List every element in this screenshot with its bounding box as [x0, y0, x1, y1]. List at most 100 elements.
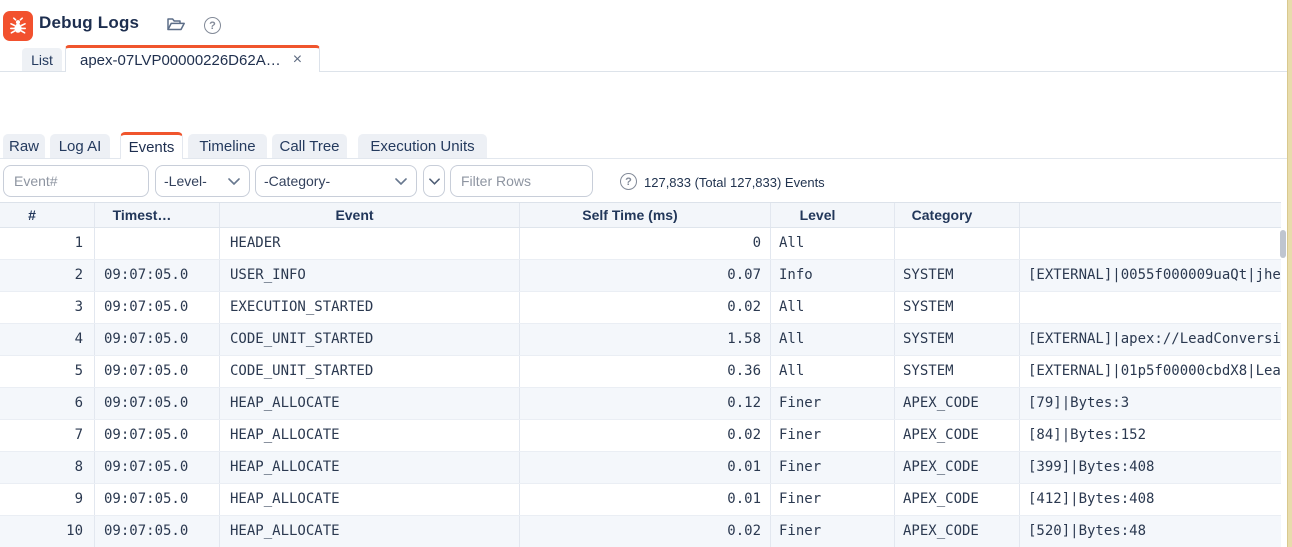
table-cell: 1: [0, 228, 95, 259]
view-tab-bar: Raw Log AI Events Timeline Call Tree Exe…: [0, 132, 1287, 159]
app-header: Debug Logs ?: [0, 0, 1287, 45]
vertical-scrollbar[interactable]: [1280, 229, 1286, 547]
table-cell: 0.07: [520, 260, 771, 291]
column-header[interactable]: [1020, 203, 1281, 227]
table-cell: 2: [0, 260, 95, 291]
table-cell: HEAP_ALLOCATE: [220, 484, 520, 515]
table-cell: APEX_CODE: [895, 484, 1020, 515]
table-row[interactable]: 709:07:05.0HEAP_ALLOCATE0.02FinerAPEX_CO…: [0, 420, 1281, 452]
column-header[interactable]: Timest…: [95, 203, 220, 227]
chevron-down-icon: [429, 178, 440, 185]
table-cell: CODE_UNIT_STARTED: [220, 356, 520, 387]
bug-icon: [3, 11, 33, 41]
help-icon[interactable]: ?: [620, 173, 637, 190]
table-cell: All: [771, 292, 895, 323]
table-cell: 09:07:05.0: [95, 420, 220, 451]
table-cell: [79]|Bytes:3: [1020, 388, 1281, 419]
table-row[interactable]: 1009:07:05.0HEAP_ALLOCATE0.02FinerAPEX_C…: [0, 516, 1281, 547]
tab-call-tree[interactable]: Call Tree: [272, 134, 347, 159]
table-cell: 09:07:05.0: [95, 452, 220, 483]
table-cell: SYSTEM: [895, 292, 1020, 323]
table-cell: [84]|Bytes:152: [1020, 420, 1281, 451]
event-number-input[interactable]: [3, 165, 149, 197]
tab-raw[interactable]: Raw: [3, 134, 45, 159]
filter-options-select[interactable]: [423, 165, 445, 197]
column-header[interactable]: Event: [220, 203, 520, 227]
table-cell: 0.12: [520, 388, 771, 419]
table-cell: [895, 228, 1020, 259]
tab-timeline[interactable]: Timeline: [188, 134, 267, 159]
table-cell: 09:07:05.0: [95, 260, 220, 291]
table-cell: 0.01: [520, 484, 771, 515]
column-header[interactable]: Self Time (ms): [520, 203, 771, 227]
table-cell: Finer: [771, 388, 895, 419]
scrollbar-thumb[interactable]: [1280, 230, 1286, 258]
column-header[interactable]: Level: [771, 203, 895, 227]
chevron-down-icon: [395, 178, 407, 185]
table-cell: 09:07:05.0: [95, 516, 220, 547]
table-cell: 5: [0, 356, 95, 387]
table-cell: Finer: [771, 484, 895, 515]
table-cell: [520]|Bytes:48: [1020, 516, 1281, 547]
table-header-row: #Timest…EventSelf Time (ms)LevelCategory: [0, 202, 1281, 228]
table-cell: 09:07:05.0: [95, 324, 220, 355]
table-cell: SYSTEM: [895, 324, 1020, 355]
table-cell: 1.58: [520, 324, 771, 355]
table-cell: 0: [520, 228, 771, 259]
workspace-tab-bar: ▽ List apex-07LVP00000226D62A… ×: [0, 45, 1287, 72]
column-header[interactable]: #: [0, 203, 95, 227]
table-row[interactable]: 809:07:05.0HEAP_ALLOCATE0.01FinerAPEX_CO…: [0, 452, 1281, 484]
events-table: #Timest…EventSelf Time (ms)LevelCategory…: [0, 202, 1281, 547]
tab-log-file[interactable]: apex-07LVP00000226D62A… ×: [65, 45, 320, 72]
table-cell: HEAP_ALLOCATE: [220, 516, 520, 547]
table-cell: HEAP_ALLOCATE: [220, 452, 520, 483]
table-cell: HEAP_ALLOCATE: [220, 420, 520, 451]
table-cell: [EXTERNAL]|apex://LeadConversio: [1020, 324, 1281, 355]
level-select-value: -Level-: [164, 173, 207, 189]
close-icon[interactable]: ×: [293, 52, 302, 68]
table-row[interactable]: 309:07:05.0EXECUTION_STARTED0.02AllSYSTE…: [0, 292, 1281, 324]
table-cell: 9: [0, 484, 95, 515]
tab-list[interactable]: List: [22, 48, 62, 71]
table-row[interactable]: 409:07:05.0CODE_UNIT_STARTED1.58AllSYSTE…: [0, 324, 1281, 356]
table-cell: HEAP_ALLOCATE: [220, 388, 520, 419]
category-select[interactable]: -Category-: [255, 165, 417, 197]
table-cell: [412]|Bytes:408: [1020, 484, 1281, 515]
debug-logs-page: Debug Logs ? ▽ List apex-07LVP00000226D6…: [0, 0, 1292, 547]
table-row[interactable]: 909:07:05.0HEAP_ALLOCATE0.01FinerAPEX_CO…: [0, 484, 1281, 516]
tab-execution-units[interactable]: Execution Units: [358, 134, 487, 159]
tab-log-ai[interactable]: Log AI: [50, 134, 110, 159]
table-cell: All: [771, 324, 895, 355]
table-cell: [1020, 292, 1281, 323]
table-cell: [95, 228, 220, 259]
tab-label: Events: [129, 139, 175, 156]
table-cell: CODE_UNIT_STARTED: [220, 324, 520, 355]
table-cell: 0.01: [520, 452, 771, 483]
level-select[interactable]: -Level-: [155, 165, 250, 197]
tab-label: Execution Units: [370, 138, 474, 155]
table-cell: All: [771, 228, 895, 259]
table-cell: Finer: [771, 420, 895, 451]
column-header[interactable]: Category: [895, 203, 1020, 227]
folder-open-icon[interactable]: [166, 16, 186, 33]
tab-events[interactable]: Events: [120, 132, 183, 159]
table-cell: 8: [0, 452, 95, 483]
tab-log-file-label: apex-07LVP00000226D62A…: [80, 52, 281, 69]
table-cell: 10: [0, 516, 95, 547]
table-row[interactable]: 509:07:05.0CODE_UNIT_STARTED0.36AllSYSTE…: [0, 356, 1281, 388]
table-cell: [EXTERNAL]|0055f000009uaQt|jhea: [1020, 260, 1281, 291]
table-cell: SYSTEM: [895, 356, 1020, 387]
table-cell: 09:07:05.0: [95, 388, 220, 419]
table-cell: Info: [771, 260, 895, 291]
table-row[interactable]: 609:07:05.0HEAP_ALLOCATE0.12FinerAPEX_CO…: [0, 388, 1281, 420]
table-cell: 7: [0, 420, 95, 451]
table-row[interactable]: 1HEADER0All: [0, 228, 1281, 260]
category-select-value: -Category-: [264, 173, 330, 189]
table-cell: APEX_CODE: [895, 452, 1020, 483]
help-icon[interactable]: ?: [204, 17, 221, 34]
filter-rows-input[interactable]: [450, 165, 593, 197]
table-row[interactable]: 209:07:05.0USER_INFO0.07InfoSYSTEM[EXTER…: [0, 260, 1281, 292]
table-body: 1HEADER0All209:07:05.0USER_INFO0.07InfoS…: [0, 228, 1281, 547]
table-cell: 09:07:05.0: [95, 292, 220, 323]
log-header: apex-07LVP00000226D62AI.log Errors (3) 1…: [0, 72, 1287, 132]
